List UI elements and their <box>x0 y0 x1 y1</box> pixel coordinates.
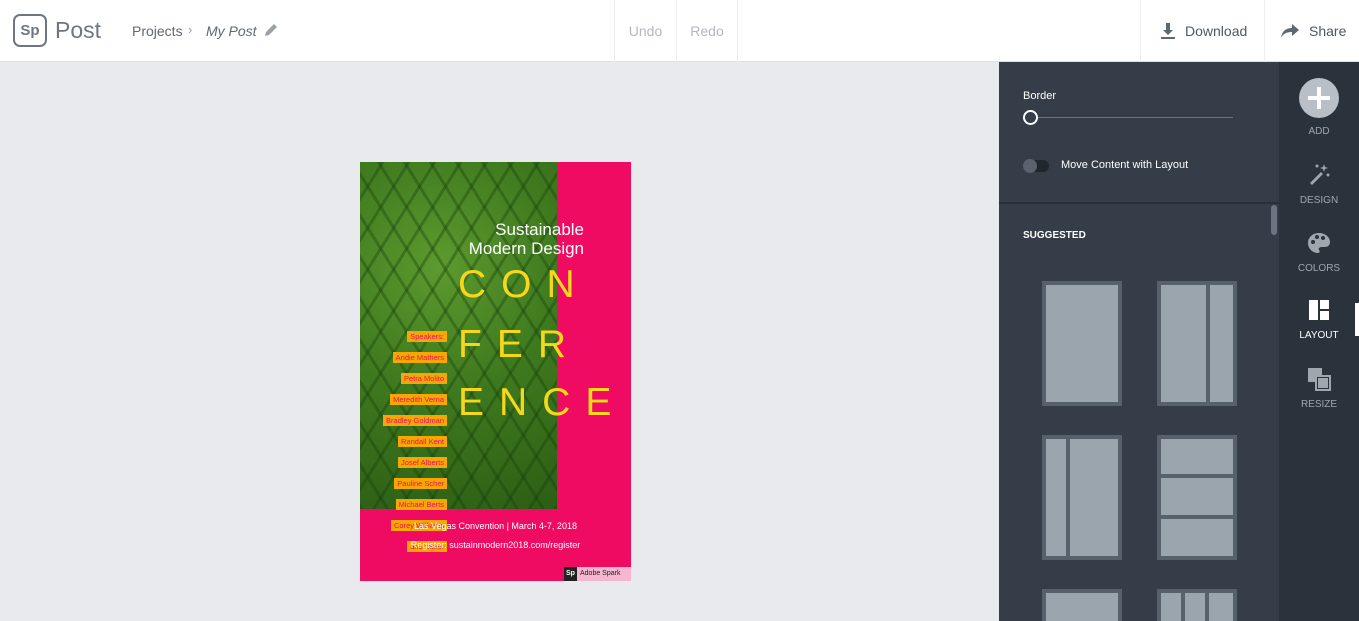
magic-wand-icon <box>1310 164 1330 185</box>
rail-resize[interactable]: RESIZE <box>1279 367 1359 417</box>
share-icon <box>1281 24 1299 38</box>
speaker-item: Andie Mathers <box>392 352 447 363</box>
top-bar: Sp Post Projects › My Post Undo Redo Dow… <box>0 0 1359 62</box>
rail-layout-label: LAYOUT <box>1299 330 1339 341</box>
spark-badge-text: Adobe Spark <box>580 570 621 577</box>
poster-canvas[interactable]: Sustainable Modern Design CON FER ENCE S… <box>360 162 631 581</box>
adobe-spark-badge: Sp Adobe Spark <box>564 567 631 581</box>
layout-template-narrow-wide[interactable] <box>1042 435 1122 560</box>
template-cell <box>1185 593 1205 621</box>
template-cell <box>1161 285 1206 402</box>
poster-title-line2: Modern Design <box>468 239 584 258</box>
suggested-heading: SUGGESTED <box>1023 230 1086 241</box>
rail-resize-label: RESIZE <box>1300 399 1338 410</box>
layout-panel: Border Move Content with Layout SUGGESTE… <box>999 62 1279 621</box>
rail-design-label: DESIGN <box>1299 195 1339 206</box>
template-cell <box>1046 439 1066 556</box>
poster-title-line1: Sustainable <box>495 220 584 239</box>
app-name: Post <box>55 17 102 43</box>
panel-scrollbar[interactable] <box>1271 205 1277 235</box>
rail-colors[interactable]: COLORS <box>1279 232 1359 282</box>
spark-logo[interactable]: Sp <box>13 14 47 47</box>
speaker-item: Bradley Goldman <box>383 415 447 426</box>
template-cell <box>1046 285 1118 402</box>
template-cell <box>1070 439 1118 556</box>
speaker-item: Meredith Verna <box>390 394 447 405</box>
move-content-toggle[interactable] <box>1023 159 1049 173</box>
tool-rail: ADD DESIGN COLORS LAYOUT RESIZE <box>1279 62 1359 621</box>
speaker-item: Speakers: <box>407 331 447 342</box>
rail-layout[interactable]: LAYOUT <box>1279 299 1359 349</box>
layout-template-single[interactable] <box>1042 281 1122 406</box>
add-icon <box>1299 78 1339 118</box>
rail-colors-label: COLORS <box>1297 263 1341 274</box>
speaker-item: Pauline Scher <box>394 478 447 489</box>
poster-word-con[interactable]: CON <box>458 263 590 307</box>
layout-template-wide-narrow[interactable] <box>1157 281 1237 406</box>
rail-add[interactable]: ADD <box>1279 78 1359 138</box>
rail-add-label: ADD <box>1308 126 1330 137</box>
layout-template-three-rows[interactable] <box>1157 435 1237 560</box>
share-label: Share <box>1309 23 1347 39</box>
poster-word-ence[interactable]: ENCE <box>458 381 626 425</box>
breadcrumb-separator: › <box>188 22 193 37</box>
template-cell <box>1046 593 1118 621</box>
border-slider-track[interactable] <box>1037 117 1233 118</box>
poster-word-fer[interactable]: FER <box>458 323 581 367</box>
template-cell <box>1161 439 1233 474</box>
template-cell <box>1161 593 1181 621</box>
template-cell <box>1161 519 1233 556</box>
poster-register-info[interactable]: Register: sustainmodern2018.com/register <box>360 540 631 550</box>
download-button[interactable]: Download <box>1140 0 1264 62</box>
pencil-icon[interactable] <box>262 21 280 39</box>
breadcrumb-current-post[interactable]: My Post <box>206 23 257 39</box>
template-cell <box>1210 285 1233 402</box>
share-button[interactable]: Share <box>1264 0 1359 62</box>
toggle-knob <box>1023 159 1037 173</box>
undo-button[interactable]: Undo <box>614 0 677 62</box>
border-label: Border <box>1023 90 1057 102</box>
speaker-item: Michael Berts <box>395 499 447 510</box>
speaker-item: Randall Kent <box>398 436 447 447</box>
panel-divider <box>999 202 1279 204</box>
layout-icon <box>1309 300 1329 320</box>
template-cell <box>1209 593 1233 621</box>
active-tab-indicator <box>1355 303 1359 336</box>
redo-button[interactable]: Redo <box>677 0 738 62</box>
speaker-item: Josef Alberts <box>398 457 447 468</box>
layout-template-partial-2[interactable] <box>1157 589 1237 621</box>
speaker-item: Petra Molito <box>400 373 447 384</box>
redo-label: Redo <box>690 23 724 39</box>
poster-title[interactable]: Sustainable Modern Design <box>450 220 584 258</box>
undo-label: Undo <box>628 23 663 39</box>
template-cell <box>1161 478 1233 515</box>
border-slider-thumb[interactable] <box>1023 110 1038 125</box>
layout-template-partial-1[interactable] <box>1042 589 1122 621</box>
download-label: Download <box>1185 23 1248 39</box>
palette-icon <box>1308 233 1330 253</box>
rail-design[interactable]: DESIGN <box>1279 162 1359 212</box>
poster-event-info[interactable]: Las Vegas Convention | March 4-7, 2018 <box>360 521 631 531</box>
download-icon <box>1161 23 1175 39</box>
move-content-label: Move Content with Layout <box>1061 159 1189 171</box>
breadcrumb-projects[interactable]: Projects <box>132 23 183 39</box>
resize-icon <box>1308 368 1331 391</box>
spark-badge-logo: Sp <box>564 567 577 581</box>
